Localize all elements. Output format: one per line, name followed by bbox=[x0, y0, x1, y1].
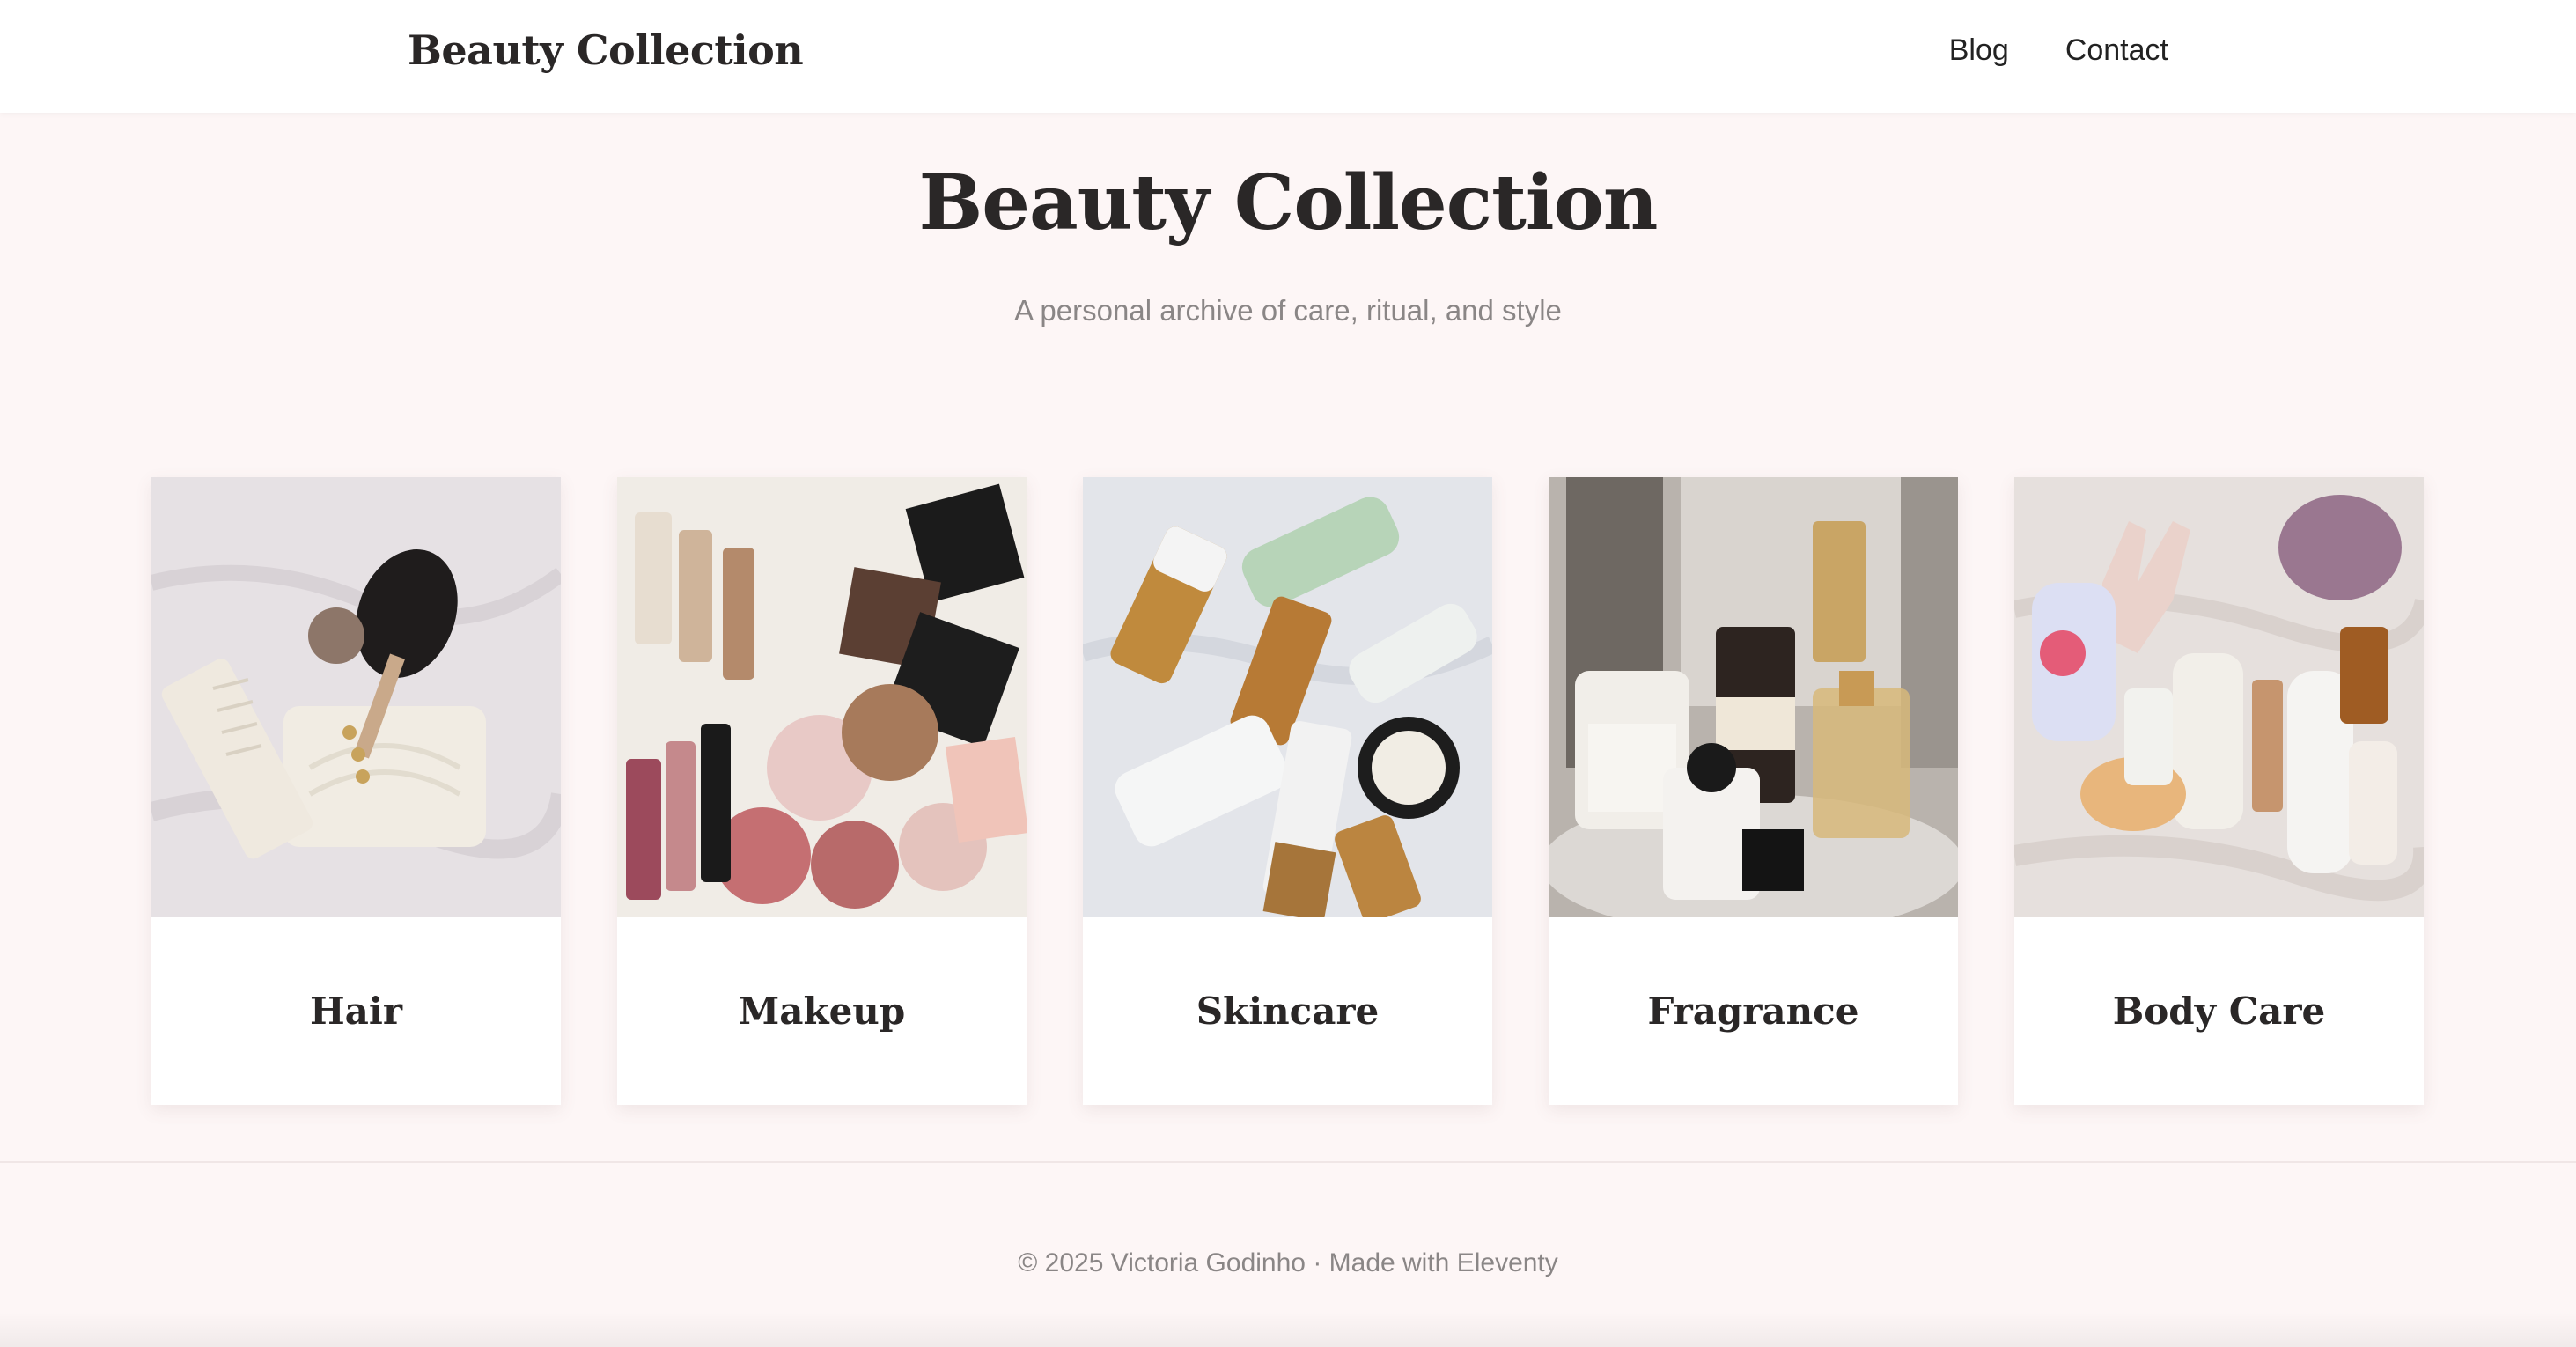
category-label-fragrance: Fragrance bbox=[1647, 990, 1859, 1033]
makeup-products-photo bbox=[617, 477, 1027, 917]
nav-link-contact[interactable]: Contact bbox=[2065, 33, 2168, 68]
bottom-shade bbox=[0, 1312, 2576, 1347]
main-nav: Blog Contact bbox=[1949, 33, 2168, 68]
nav-link-blog[interactable]: Blog bbox=[1949, 33, 2009, 68]
footer-divider bbox=[0, 1161, 2576, 1163]
site-footer: © 2025 Victoria Godinho · Made with Elev… bbox=[1018, 1248, 1558, 1277]
hair-products-photo bbox=[151, 477, 561, 917]
category-card-skincare[interactable]: Skincare bbox=[1083, 477, 1492, 1105]
category-card-makeup[interactable]: Makeup bbox=[617, 477, 1027, 1105]
category-card-fragrance[interactable]: Fragrance bbox=[1549, 477, 1958, 1105]
page-title: Beauty Collection bbox=[918, 158, 1659, 247]
site-header: Beauty Collection Blog Contact bbox=[0, 0, 2576, 113]
fragrance-bottles-photo bbox=[1549, 477, 1958, 917]
category-card-hair[interactable]: Hair bbox=[151, 477, 561, 1105]
site-brand[interactable]: Beauty Collection bbox=[408, 26, 804, 74]
category-grid: Hair Makeup Skincare Fragrance Body Care bbox=[151, 477, 2425, 1105]
category-label-skincare: Skincare bbox=[1196, 990, 1380, 1033]
category-label-hair: Hair bbox=[310, 990, 402, 1033]
category-card-body-care[interactable]: Body Care bbox=[2014, 477, 2424, 1105]
category-label-body-care: Body Care bbox=[2112, 990, 2326, 1033]
page-subtitle: A personal archive of care, ritual, and … bbox=[1014, 294, 1562, 327]
category-label-makeup: Makeup bbox=[738, 990, 906, 1033]
skincare-products-photo bbox=[1083, 477, 1492, 917]
body-care-products-photo bbox=[2014, 477, 2424, 917]
